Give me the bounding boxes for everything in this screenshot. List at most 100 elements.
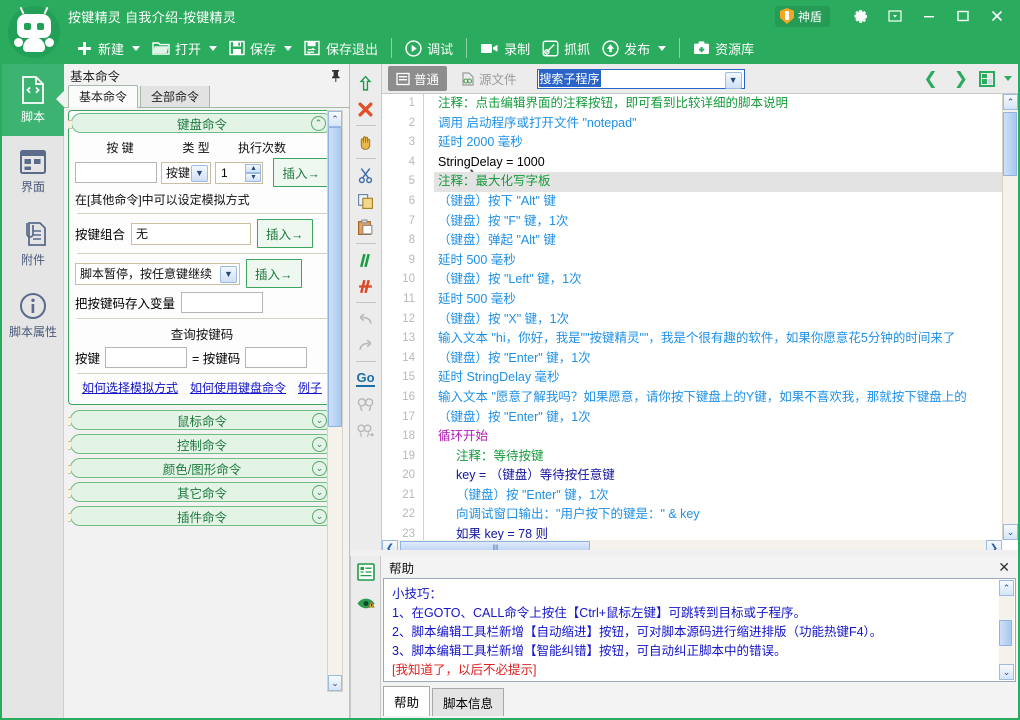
command-panel-scrollbar[interactable]: ⌃ ⌄ (327, 110, 343, 692)
editor-scroll-up[interactable]: ⌃ (1003, 94, 1018, 110)
code-line[interactable]: （键盘）按 "Enter" 键，1次 (434, 408, 1002, 428)
copy-icon[interactable] (353, 188, 379, 214)
insert-key-button[interactable]: 插入→ (273, 158, 329, 187)
times-stepper[interactable]: 1 ▲▼ (215, 162, 264, 184)
chevron-down-icon[interactable]: ⌄ (312, 485, 327, 500)
chevron-down-icon[interactable] (209, 46, 217, 51)
minimize-button[interactable] (912, 0, 946, 32)
code-line[interactable]: key = （键盘）等待按任意键 (434, 466, 1002, 486)
keyboard-group-header[interactable]: 键盘命令 ⌃ (71, 113, 333, 133)
mode-source-button[interactable]: 源文件 (453, 66, 525, 91)
link-how-to-use-keyboard[interactable]: 如何使用键盘命令 (190, 379, 286, 396)
editor-scroll-down[interactable]: ⌄ (1003, 524, 1018, 540)
close-button[interactable] (980, 0, 1014, 32)
toolbar-debug-button[interactable]: 调试 (399, 36, 459, 61)
editor-scrollbar-thumb[interactable] (1003, 112, 1017, 176)
code-line[interactable]: 如果 key = 78 则 (434, 525, 1002, 540)
restore-icon[interactable] (878, 0, 912, 32)
insert-pause-button[interactable]: 插入→ (246, 259, 302, 288)
store-var-input[interactable] (181, 292, 263, 313)
redo-icon[interactable] (353, 332, 379, 358)
scroll-up-button[interactable]: ⌃ (328, 111, 342, 127)
code-line[interactable]: 输入文本 "愿意了解我吗？如果愿意，请你按下键盘上的Y键，如果不喜欢我，那就按下… (434, 388, 1002, 408)
color-group-header[interactable]: 颜色/图形命令 ⌄ (70, 458, 334, 478)
sidebar-item-ui[interactable]: 界面 (2, 136, 64, 208)
sidebar-item-script-props[interactable]: 脚本属性 (2, 280, 64, 352)
arrow-up-icon[interactable] (353, 70, 379, 96)
script-info-icon[interactable] (356, 562, 376, 585)
code-lines[interactable]: 注释：点击编辑界面的注释按钮，即可看到比较详细的脚本说明调用 启动程序或打开文件… (434, 94, 1002, 540)
chevron-down-icon[interactable]: ⌄ (312, 413, 327, 428)
toolbar-record-button[interactable]: 录制 (474, 36, 536, 61)
link-how-to-simulate[interactable]: 如何选择模拟方式 (82, 379, 178, 396)
toolbar-new-button[interactable]: 新建 (70, 36, 146, 61)
comment-icon[interactable] (353, 247, 379, 273)
chevron-down-icon[interactable] (658, 46, 666, 51)
uncomment-icon[interactable] (353, 273, 379, 299)
help-scrollbar[interactable]: ⌃ ⌄ (999, 580, 1014, 680)
chevron-down-icon[interactable]: ⌄ (312, 437, 327, 452)
delete-red-x-icon[interactable] (353, 96, 379, 122)
key-input[interactable] (75, 162, 157, 183)
toolbar-capture-button[interactable]: 抓抓 (536, 36, 596, 61)
mouse-group-header[interactable]: 鼠标命令 ⌄ (70, 410, 334, 430)
search-subroutine-input[interactable]: 搜索子程序 ▼ (537, 69, 745, 89)
chevron-down-icon[interactable]: ⌄ (312, 509, 327, 524)
query-code-input[interactable] (245, 347, 307, 368)
code-line[interactable]: 循环开始 (434, 427, 1002, 447)
query-key-input[interactable] (105, 347, 187, 368)
code-line[interactable]: 调用 启动程序或打开文件 "notepad" (434, 114, 1002, 134)
shield-button[interactable]: 神盾 (775, 6, 830, 27)
tab-basic-commands[interactable]: 基本命令 (68, 85, 138, 108)
code-line[interactable]: 延时 500 毫秒 (434, 251, 1002, 271)
scroll-down-button[interactable]: ⌄ (328, 675, 342, 691)
code-line[interactable]: 注释：等待按键 (434, 447, 1002, 467)
control-group-header[interactable]: 控制命令 ⌄ (70, 434, 334, 454)
pause-select[interactable]: 脚本暂停，按任意键继续 ▼ (75, 263, 240, 285)
code-line[interactable]: （键盘）按 "F" 键，1次 (434, 212, 1002, 232)
code-line[interactable]: 延时 500 毫秒 (434, 290, 1002, 310)
pin-icon[interactable] (330, 69, 341, 85)
chevron-down-icon[interactable]: ▼ (191, 165, 208, 182)
code-line[interactable]: 延时 2000 毫秒 (434, 133, 1002, 153)
help-scroll-down[interactable]: ⌄ (999, 664, 1014, 680)
chevron-down-icon[interactable] (284, 46, 292, 51)
editor-vertical-scrollbar[interactable]: ⌃ ⌄ (1002, 94, 1018, 540)
tab-help[interactable]: 帮助 (383, 686, 430, 716)
code-line[interactable]: （键盘）按 "Enter" 键，1次 (434, 349, 1002, 369)
other-group-header[interactable]: 其它命令 ⌄ (70, 482, 334, 502)
scissors-icon[interactable] (353, 162, 379, 188)
code-line[interactable]: 注释：点击编辑界面的注释按钮，即可看到比较详细的脚本说明 (434, 94, 1002, 114)
toolbar-open-button[interactable]: 打开 (146, 36, 223, 61)
hand-icon[interactable] (353, 129, 379, 155)
help-scrollbar-thumb[interactable] (999, 620, 1012, 646)
tab-script-info[interactable]: 脚本信息 (432, 688, 504, 716)
stepper-down[interactable]: ▼ (245, 173, 261, 182)
prev-button[interactable]: ❮ (919, 69, 943, 89)
paste-icon[interactable] (353, 214, 379, 240)
chevron-down-icon[interactable]: ▼ (725, 72, 742, 89)
link-examples[interactable]: 例子 (298, 379, 322, 396)
insert-combo-button[interactable]: 插入→ (257, 219, 313, 248)
find-icon[interactable] (353, 391, 379, 417)
code-line[interactable]: （键盘）弹起 "Alt" 键 (434, 231, 1002, 251)
mode-normal-button[interactable]: 普通 (388, 66, 447, 91)
toolbar-save-exit-button[interactable]: 保存退出 (298, 36, 384, 61)
sidebar-item-attachment[interactable]: 附件 (2, 208, 64, 280)
plugin-group-header[interactable]: 插件命令 ⌄ (70, 506, 334, 526)
toolbar-save-button[interactable]: 保存 (223, 36, 298, 61)
code-line[interactable]: （键盘）按 "X" 键，1次 (434, 310, 1002, 330)
close-icon[interactable]: ✕ (998, 559, 1010, 576)
combo-select[interactable]: 无 (131, 223, 251, 245)
grid-layout-icon[interactable] (979, 71, 995, 87)
goto-icon[interactable]: Go (353, 365, 379, 391)
chevron-down-icon[interactable]: ▼ (220, 266, 237, 283)
warning-eye-icon[interactable] (356, 595, 376, 618)
toolbar-library-button[interactable]: 资源库 (687, 36, 760, 61)
code-line[interactable]: 延时 StringDelay 毫秒 (434, 368, 1002, 388)
sidebar-item-script[interactable]: 脚本 (2, 64, 64, 136)
stepper-up[interactable]: ▲ (245, 164, 261, 173)
code-line[interactable]: 向调试窗口输出："用户按下的键是：" & key (434, 505, 1002, 525)
chevron-up-icon[interactable]: ⌃ (311, 116, 326, 131)
chevron-down-icon[interactable]: ⌄ (312, 461, 327, 476)
